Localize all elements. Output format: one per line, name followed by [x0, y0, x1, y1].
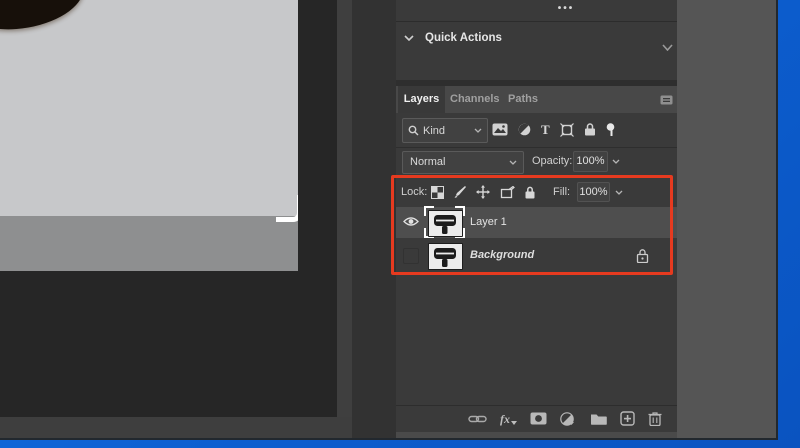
- document-canvas[interactable]: [0, 0, 298, 271]
- quick-actions-header[interactable]: Quick Actions: [404, 32, 502, 44]
- adjustment-layers-filter-icon[interactable]: [518, 123, 531, 136]
- layer-style-fx-icon[interactable]: fx: [500, 413, 517, 425]
- window-right-gutter: [677, 0, 776, 438]
- quick-actions-label: Quick Actions: [425, 32, 502, 44]
- smart-object-filter-icon[interactable]: [584, 123, 596, 136]
- transform-corner-handle[interactable]: [276, 195, 298, 222]
- tab-layers[interactable]: Layers: [398, 86, 445, 113]
- opacity-value-field[interactable]: 100%: [573, 151, 608, 172]
- chevron-down-icon: [509, 160, 517, 165]
- divider: [396, 21, 677, 22]
- pixel-layers-filter-icon[interactable]: [492, 123, 508, 136]
- layers-panel-bottom-bar: fx: [396, 405, 677, 431]
- blend-mode-value: Normal: [410, 156, 446, 168]
- panel-scroll-chevron-icon[interactable]: [662, 44, 673, 51]
- tab-channels[interactable]: Channels: [450, 86, 500, 113]
- blend-opacity-row: Normal Opacity: 100%: [396, 149, 677, 174]
- filter-kind-dropdown[interactable]: Kind: [402, 118, 488, 143]
- search-icon: [408, 125, 419, 136]
- chevron-down-icon[interactable]: [612, 159, 620, 164]
- type-layers-filter-icon[interactable]: T: [541, 122, 550, 138]
- link-layers-icon[interactable]: [468, 414, 487, 424]
- document-status-bar: [0, 417, 352, 438]
- document-gray-band: [0, 216, 298, 271]
- tab-paths[interactable]: Paths: [508, 86, 538, 113]
- add-layer-mask-icon[interactable]: [530, 412, 547, 425]
- divider: [396, 147, 677, 148]
- chevron-down-icon: [474, 128, 482, 133]
- filter-pin-icon[interactable]: [606, 122, 615, 137]
- opacity-label: Opacity:: [532, 155, 573, 167]
- panel-overflow-dots[interactable]: •••: [536, 0, 596, 18]
- layer-filter-row: Kind T: [396, 113, 677, 147]
- panel-dock-gutter: [352, 0, 396, 438]
- delete-layer-trash-icon[interactable]: [648, 411, 662, 426]
- filter-kind-label: Kind: [423, 124, 446, 137]
- paint-roller-photo-fragment: [0, 0, 89, 39]
- new-layer-icon[interactable]: [620, 411, 635, 426]
- properties-panel: ••• Quick Actions: [396, 0, 677, 80]
- canvas-area[interactable]: [0, 0, 337, 417]
- tutorial-highlight-rectangle: [391, 175, 673, 275]
- new-adjustment-layer-icon[interactable]: [560, 411, 577, 426]
- canvas-scrollbar-track[interactable]: [337, 0, 352, 417]
- layers-panel-tabbar: Layers Channels Paths: [396, 86, 677, 113]
- new-group-folder-icon[interactable]: [590, 412, 607, 425]
- photoshop-window: ••• Quick Actions Layers Channels Paths: [0, 0, 778, 440]
- screenshot-stage: ••• Quick Actions Layers Channels Paths: [0, 0, 800, 448]
- shape-layers-filter-icon[interactable]: [559, 122, 574, 137]
- chevron-down-icon: [404, 35, 414, 41]
- blend-mode-dropdown[interactable]: Normal: [402, 151, 524, 174]
- panel-menu-icon[interactable]: [660, 95, 673, 105]
